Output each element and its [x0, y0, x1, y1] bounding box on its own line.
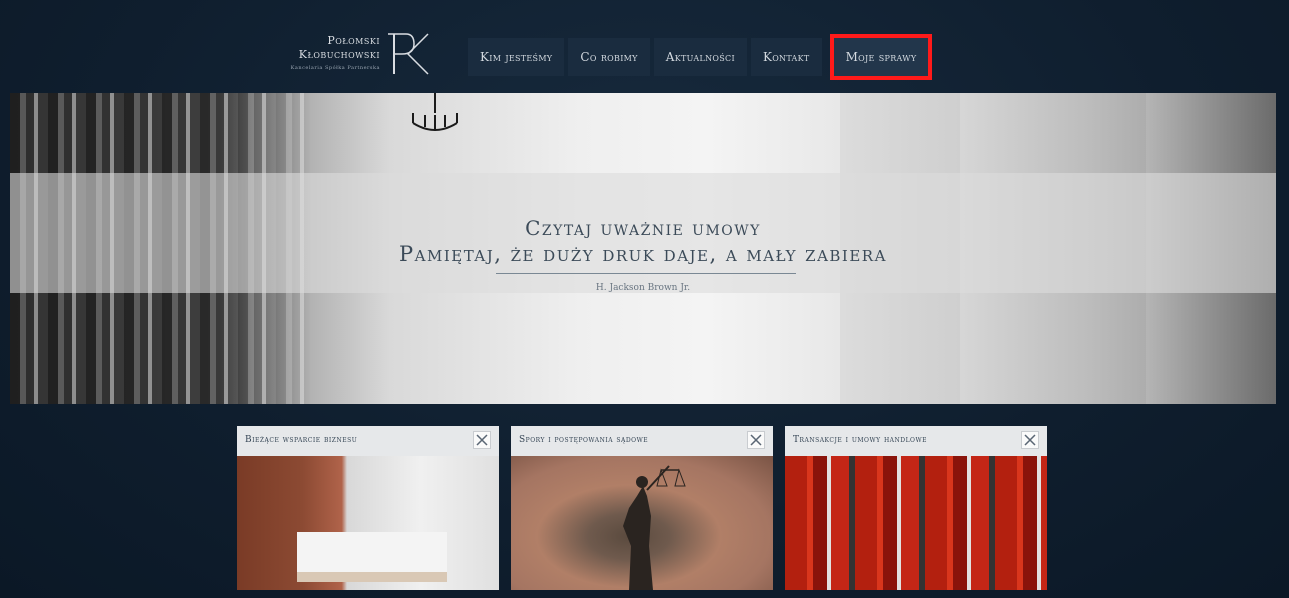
hero-quote-line2: Pamiętaj, że duży druk daje, a mały zabi… [399, 242, 887, 266]
expand-icon[interactable] [1021, 431, 1039, 449]
card-image-books [785, 456, 1047, 590]
card-biezace-wsparcie[interactable]: Bieżące wsparcie biznesu [237, 426, 499, 590]
pk-monogram-icon [388, 33, 429, 75]
card-title: Transakcje i umowy handlowe [793, 435, 928, 445]
chandelier-icon [412, 93, 458, 131]
expand-icon[interactable] [747, 431, 765, 449]
nav-item-aktualnosci[interactable]: Aktualności [653, 38, 747, 76]
card-header: Transakcje i umowy handlowe [785, 426, 1047, 456]
logo-subtitle: Kancelaria Spółka Partnerska [290, 65, 380, 71]
main-nav: Kim jesteśmy Co robimy Aktualności Konta… [468, 34, 933, 80]
hero-quote-line1: Czytaj uważnie umowy [525, 216, 761, 240]
nav-item-kontakt[interactable]: Kontakt [750, 38, 822, 76]
expand-icon[interactable] [473, 431, 491, 449]
nav-item-moje-sprawy[interactable]: Moje sprawy [829, 34, 933, 80]
card-title: Spory i postępowania sądowe [519, 435, 649, 445]
card-image-office [237, 456, 499, 590]
hero-banner: Czytaj uważnie umowy Pamiętaj, że duży d… [10, 93, 1276, 404]
logo-name-line1: Połomski [327, 34, 380, 47]
nav-item-kim-jestesmy[interactable]: Kim jesteśmy [468, 38, 565, 76]
logo[interactable]: Połomski Kłobuchowski Kancelaria Spółka … [262, 30, 432, 80]
card-header: Spory i postępowania sądowe [511, 426, 773, 456]
card-transakcje[interactable]: Transakcje i umowy handlowe [785, 426, 1047, 590]
logo-name-line2: Kłobuchowski [298, 48, 380, 61]
lady-justice-icon [623, 465, 686, 590]
card-spory[interactable]: Spory i postępowania sądowe [511, 426, 773, 590]
hero-quote-author: H. Jackson Brown Jr. [595, 283, 691, 293]
nav-item-co-robimy[interactable]: Co robimy [568, 38, 650, 76]
header: Połomski Kłobuchowski Kancelaria Spółka … [0, 0, 1289, 92]
card-header: Bieżące wsparcie biznesu [237, 426, 499, 456]
card-title: Bieżące wsparcie biznesu [245, 435, 358, 445]
quote-divider [496, 273, 796, 274]
card-image-justice [511, 456, 773, 590]
